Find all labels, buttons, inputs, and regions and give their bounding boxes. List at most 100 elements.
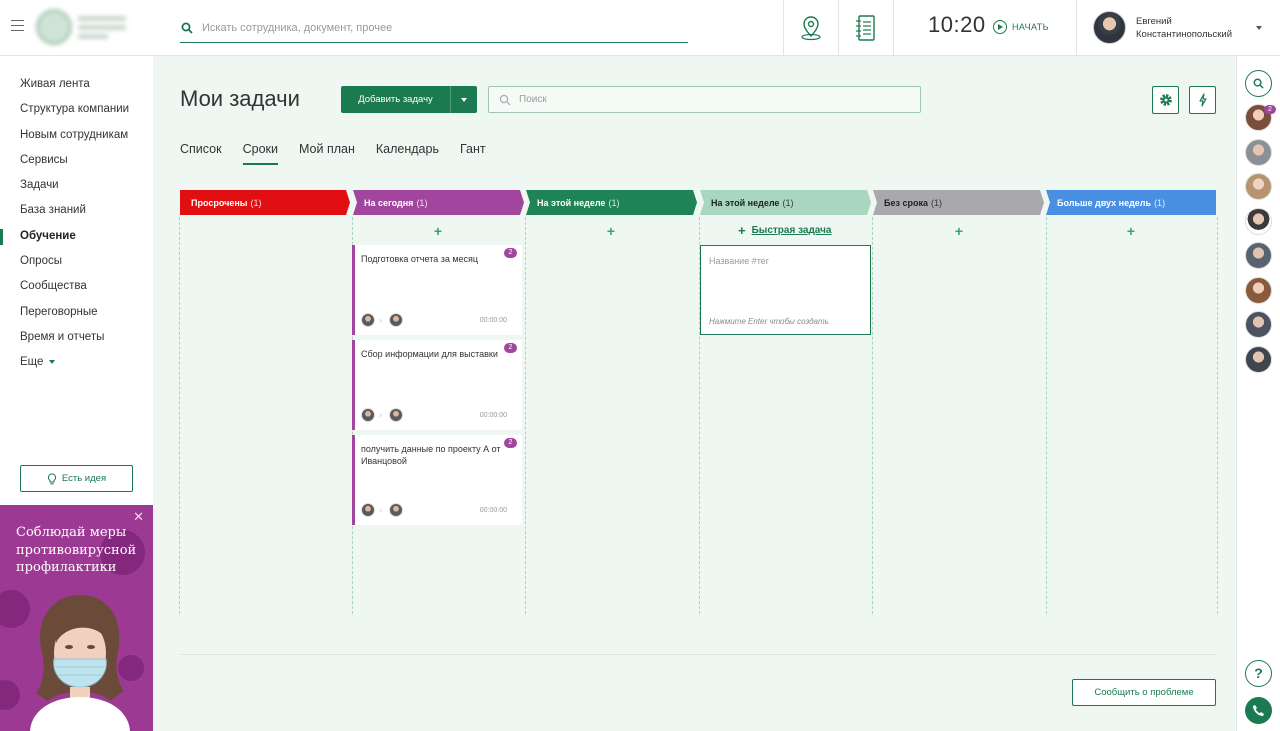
search-icon [181,22,193,34]
column-header-this-week[interactable]: На этой неделе (1) [526,190,697,215]
contact-avatar[interactable] [1245,208,1272,235]
sidebar-item-polls[interactable]: Опросы [0,249,153,274]
task-search [488,86,921,113]
column-header-today[interactable]: На сегодня (1) [353,190,524,215]
contact-avatar[interactable] [1245,173,1272,200]
main-content: Мои задачи Добавить задачу Список Сроки … [153,56,1236,731]
contact-avatar[interactable] [1245,242,1272,269]
task-title: Подготовка отчета за месяц [361,254,479,264]
notebook-button[interactable] [838,0,893,55]
call-button[interactable] [1245,697,1272,724]
column-header-overdue[interactable]: Просрочены (1) [180,190,350,215]
sidebar-item-structure[interactable]: Структура компании [0,97,153,122]
search-icon [1253,78,1264,89]
gear-icon [1159,94,1172,106]
contact-avatar[interactable] [1245,277,1272,304]
author-avatar [361,313,375,327]
close-icon[interactable]: ✕ [133,509,144,525]
add-task-today-icon[interactable]: + [428,223,448,239]
add-task-two-weeks-icon[interactable]: + [1121,223,1141,239]
add-task-button[interactable]: Добавить задачу [341,86,477,113]
add-task-label[interactable]: Добавить задачу [341,86,451,113]
task-card[interactable]: получить данные по проекту А от Иванцово… [352,435,522,525]
start-workday-button[interactable]: НАЧАТЬ [993,20,1049,34]
global-search-input[interactable] [202,22,662,34]
sidebar-item-feed[interactable]: Живая лента [0,72,153,97]
clock-time: 10:20 [928,12,986,37]
task-timer: 00:00:00 [479,317,507,324]
contact-avatar[interactable] [1245,346,1272,373]
view-tabs: Список Сроки Мой план Календарь Гант [180,141,486,165]
location-button[interactable] [783,0,838,55]
sidebar-item-newcomers[interactable]: Новым сотрудникам [0,123,153,148]
column-header-no-deadline[interactable]: Без срока (1) [873,190,1044,215]
start-label: НАЧАТЬ [1012,22,1049,32]
menu-icon[interactable] [11,20,24,31]
column-divider [1046,217,1047,614]
add-task-no-deadline-icon[interactable]: + [949,223,969,239]
user-avatar [1093,11,1126,44]
help-button[interactable]: ? [1245,660,1272,687]
tab-deadlines[interactable]: Сроки [242,141,278,165]
sidebar-item-knowledge[interactable]: База знаний [0,198,153,223]
contact-avatar[interactable] [1245,311,1272,338]
task-timer: 00:00:00 [479,507,507,514]
comment-count-badge: 2 [504,248,517,258]
sidebar: Живая лента Структура компании Новым сот… [0,56,153,731]
add-task-this-week-icon[interactable]: + [601,223,621,239]
quick-actions-button[interactable] [1189,86,1216,114]
chevron-down-icon [1256,26,1262,30]
promo-banner[interactable]: ✕ Соблюдай меры противовирусной профилак… [0,505,153,731]
settings-button[interactable] [1152,86,1179,114]
task-card[interactable]: Сбор информации для выставки 2 › 00:00:0… [352,340,522,430]
sidebar-item-more[interactable]: Еще [0,350,153,375]
sidebar-item-time-reports[interactable]: Время и отчеты [0,325,153,350]
virus-decoration [0,680,20,710]
tab-calendar[interactable]: Календарь [376,141,439,165]
quick-task-input[interactable]: Название #тег Нажмите Enter чтобы создат… [700,245,871,335]
task-title: получить данные по проекту А от Иванцово… [361,444,501,466]
tab-gantt[interactable]: Гант [460,141,486,165]
sidebar-item-communities[interactable]: Сообщества [0,274,153,299]
sidebar-item-learning[interactable]: Обучение [0,224,153,249]
sidebar-item-tasks[interactable]: Задачи [0,173,153,198]
column-divider [1217,217,1218,614]
user-name: Евгений Константинопольский [1136,15,1233,40]
divider [893,0,894,55]
author-avatar [361,503,375,517]
notification-badge: 2 [1264,105,1276,114]
sidebar-item-meeting-rooms[interactable]: Переговорные [0,300,153,325]
global-search [180,14,688,43]
lightning-icon [1198,93,1207,107]
task-card[interactable]: Подготовка отчета за месяц 2 › 00:00:00 [352,245,522,335]
company-logo[interactable] [36,6,132,48]
contact-avatar[interactable] [1245,139,1272,166]
comment-count-badge: 2 [504,343,517,353]
user-menu[interactable]: Евгений Константинопольский [1076,0,1280,55]
phone-icon [1253,705,1264,716]
report-problem-button[interactable]: Сообщить о проблеме [1072,679,1216,706]
idea-button[interactable]: Есть идея [20,465,133,492]
column-divider [872,217,873,614]
add-task-dropdown[interactable] [451,86,477,113]
promo-text: Соблюдай меры противовирусной профилакти… [16,525,137,575]
task-search-input[interactable] [519,94,909,105]
column-header-this-week-2[interactable]: На этой неделе (1) [700,190,871,215]
tab-list[interactable]: Список [180,141,222,165]
search-icon [499,94,511,105]
caret-down-icon [461,97,467,102]
lightbulb-icon [47,472,56,484]
assignee-avatar [389,408,403,422]
plus-icon: + [738,223,746,238]
notebook-icon [856,14,875,41]
people-search-button[interactable] [1245,70,1272,97]
quick-task-button[interactable]: + Быстрая задача [738,223,832,238]
tab-my-plan[interactable]: Мой план [299,141,355,165]
quick-task-hint: Нажмите Enter чтобы создать [709,317,829,326]
right-panel: 2 ? [1236,56,1280,731]
play-icon [993,20,1007,34]
quick-task-placeholder: Название #тег [709,256,770,266]
sidebar-item-services[interactable]: Сервисы [0,148,153,173]
assignee-avatar [389,503,403,517]
column-header-two-weeks[interactable]: Больше двух недель (1) [1046,190,1216,215]
